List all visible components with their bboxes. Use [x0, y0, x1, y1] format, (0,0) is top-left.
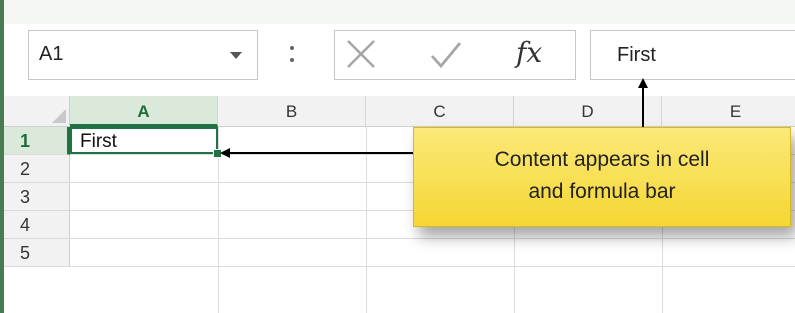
cancel-icon[interactable]	[344, 37, 378, 71]
formula-bar-row: A1 𝑓𝑥 First	[4, 24, 795, 96]
fill-handle[interactable]	[213, 149, 222, 158]
row-header-2[interactable]: 2	[4, 155, 70, 183]
gridline	[70, 238, 795, 239]
column-header-a[interactable]: A	[70, 96, 218, 127]
row-header-1[interactable]: 1	[4, 127, 70, 155]
callout-line-2: and formula bar	[528, 180, 676, 203]
column-header-d[interactable]: D	[514, 96, 662, 126]
callout-line-1: Content appears in cell	[494, 148, 710, 171]
select-all-corner[interactable]	[4, 96, 70, 126]
name-box[interactable]: A1	[28, 30, 258, 80]
formula-input-value: First	[617, 44, 656, 66]
more-options-icon[interactable]	[289, 42, 295, 66]
ribbon-edge	[4, 0, 795, 25]
cell-a1[interactable]: First	[70, 127, 218, 154]
chevron-down-icon[interactable]	[229, 48, 243, 62]
fx-icon[interactable]: 𝑓𝑥	[516, 32, 566, 74]
formula-input[interactable]: First	[590, 30, 795, 80]
select-all-triangle-icon	[52, 109, 66, 123]
enter-checkmark-icon[interactable]	[429, 40, 463, 70]
column-header-e[interactable]: E	[662, 96, 795, 126]
row-header-5[interactable]: 5	[4, 239, 70, 267]
annotation-callout: Content appears in cell and formula bar	[413, 127, 791, 227]
row-header-4[interactable]: 4	[4, 211, 70, 239]
column-header-b[interactable]: B	[218, 96, 366, 126]
cell-a1-value: First	[80, 131, 117, 152]
name-box-value: A1	[39, 43, 64, 65]
gridline	[70, 266, 795, 267]
column-header-c[interactable]: C	[366, 96, 514, 126]
row-header-3[interactable]: 3	[4, 183, 70, 211]
